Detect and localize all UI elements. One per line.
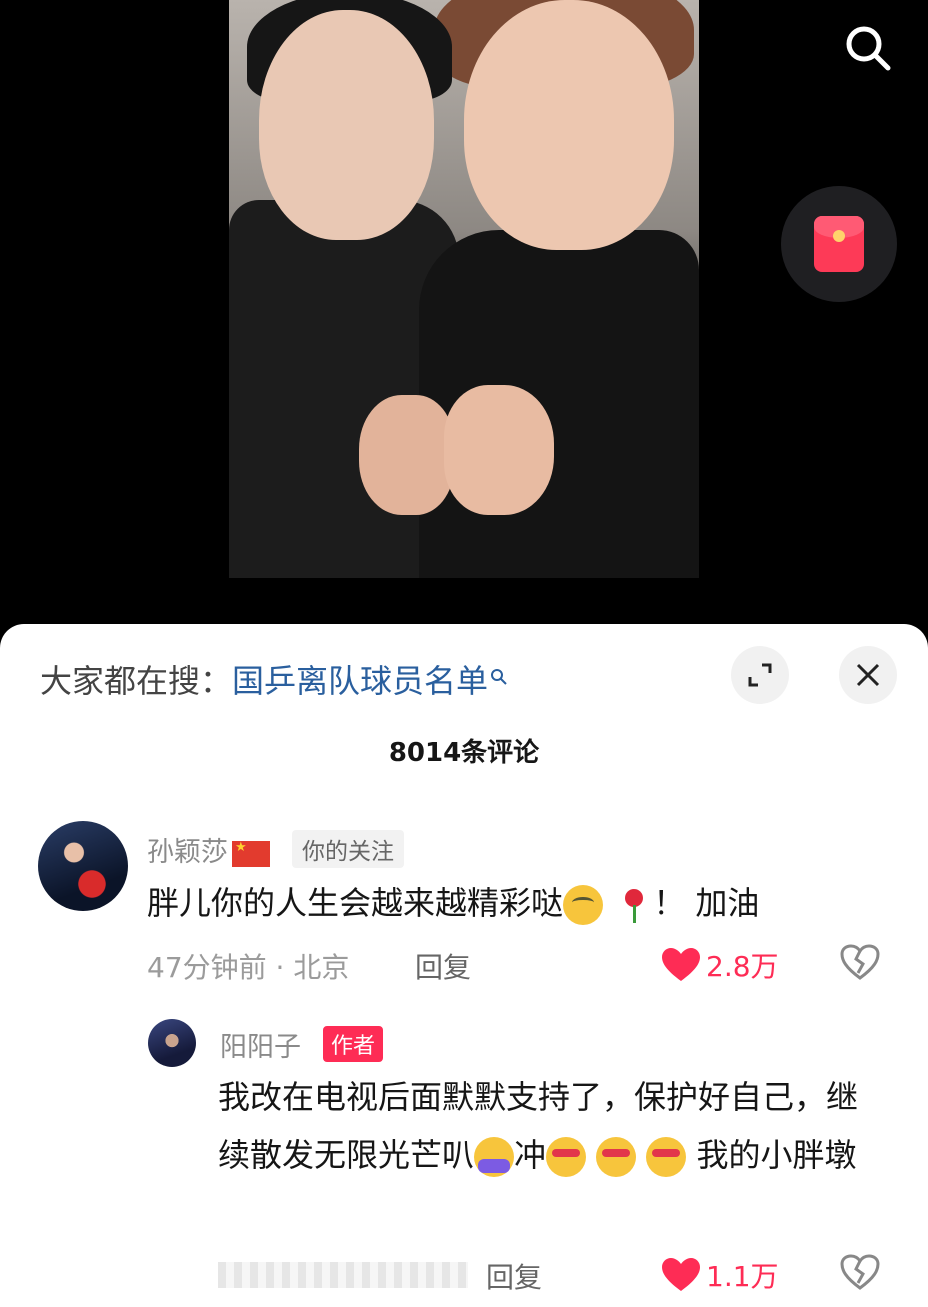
reply-button[interactable]: 回复	[486, 1256, 542, 1296]
comment-text[interactable]: 我改在电视后面默默支持了，保护好自己，继续散发无限光芒叭冲 我的小胖墩	[218, 1068, 878, 1184]
smug-emoji	[596, 1137, 637, 1177]
red-packet-button[interactable]	[781, 186, 897, 302]
following-tag: 你的关注	[292, 830, 404, 868]
trending-prefix: 大家都在搜：	[40, 662, 233, 700]
close-icon	[856, 663, 880, 687]
photo-face-right	[464, 0, 674, 250]
comment-count: 8014条评论	[388, 738, 540, 768]
expand-icon	[748, 663, 772, 687]
comment-time-location: 47分钟前 · 北京	[147, 951, 350, 984]
comment-text[interactable]: 胖儿你的人生会越来越精彩哒 ！ 加油	[147, 874, 759, 932]
heart-icon	[662, 948, 700, 981]
photo-face-left	[259, 10, 434, 240]
heart-icon	[662, 1258, 700, 1291]
comments-sheet: 大家都在搜：国乒离队球员名单 8014条评论 孙颖莎 你的关注 胖儿你的人生会越…	[0, 624, 928, 1307]
broken-heart-icon	[840, 1254, 880, 1290]
like-button[interactable]: 2.8万	[662, 945, 779, 985]
dislike-button[interactable]	[840, 944, 880, 984]
expand-button[interactable]	[731, 646, 789, 704]
search-button[interactable]	[838, 18, 898, 78]
comment-author[interactable]: 孙颖莎	[147, 830, 270, 869]
author-badge: 作者	[323, 1026, 384, 1062]
video-area[interactable]	[0, 0, 928, 640]
search-icon	[846, 26, 891, 71]
like-button[interactable]: 1.1万	[662, 1255, 779, 1295]
avatar[interactable]	[148, 1019, 196, 1067]
hug-emoji	[474, 1137, 515, 1177]
mini-search-icon	[490, 656, 508, 694]
photo-fist-left	[359, 395, 454, 515]
photo-fist-right	[444, 385, 554, 515]
grin-emoji	[563, 885, 604, 925]
china-flag-icon	[232, 840, 270, 867]
trending-search[interactable]: 大家都在搜：国乒离队球员名单	[40, 656, 508, 702]
comment-author[interactable]: 阳阳子	[220, 1025, 301, 1064]
smug-emoji	[646, 1137, 687, 1177]
dislike-button[interactable]	[840, 1254, 880, 1294]
broken-heart-icon	[840, 944, 880, 980]
post-photo[interactable]	[229, 0, 699, 578]
reply-button[interactable]: 回复	[415, 946, 471, 986]
blurred-time-location	[218, 1262, 468, 1288]
like-count: 2.8万	[706, 950, 779, 983]
red-packet-icon	[814, 216, 864, 272]
like-count: 1.1万	[706, 1260, 779, 1293]
rose-emoji	[613, 885, 653, 925]
trending-keyword[interactable]: 国乒离队球员名单	[232, 662, 488, 700]
close-button[interactable]	[839, 646, 897, 704]
avatar[interactable]	[38, 821, 128, 911]
smug-emoji	[546, 1137, 587, 1177]
